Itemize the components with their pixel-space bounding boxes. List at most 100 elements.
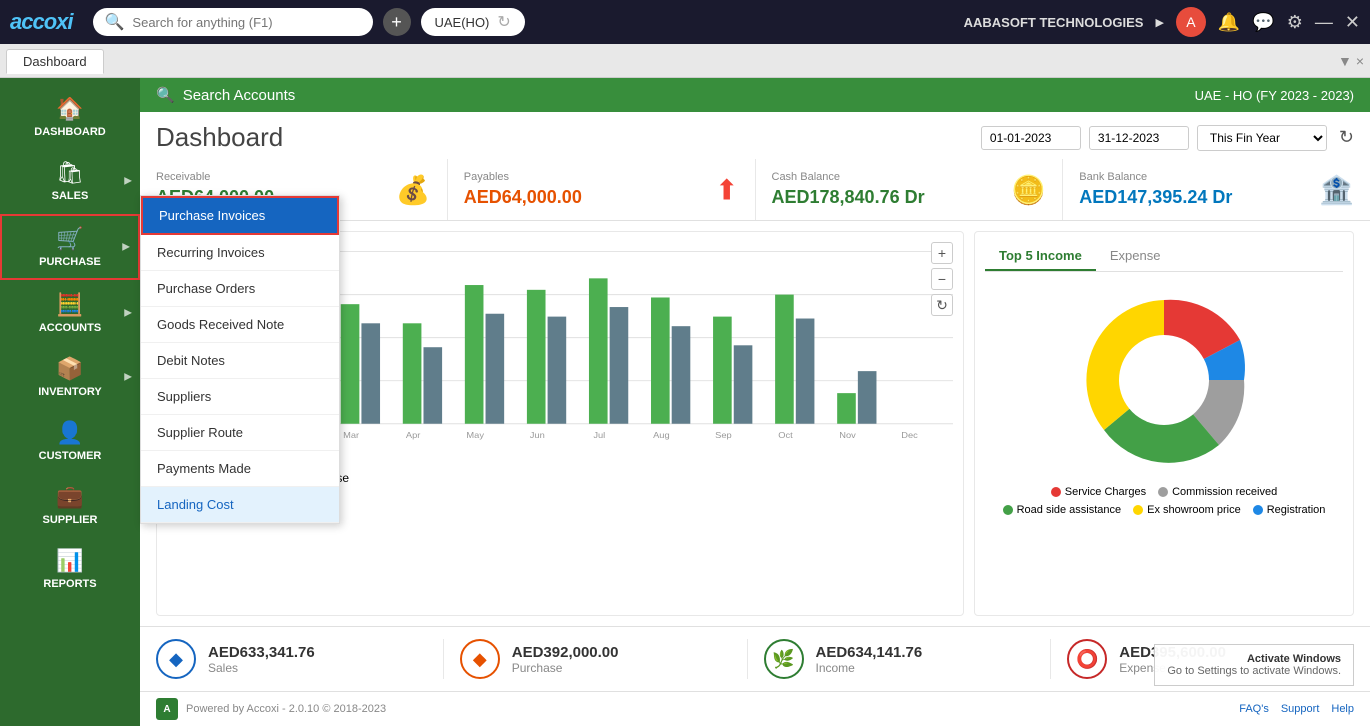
legend-item-roadside: Road side assistance [1003, 504, 1122, 516]
branch-selector[interactable]: UAE(HO) ↻ [421, 8, 525, 36]
submenu-item-purchase-invoices[interactable]: Purchase Invoices [141, 196, 339, 235]
expense-bottom-icon: ⭕ [1067, 639, 1107, 679]
tab-dropdown-button[interactable]: ▼ [1338, 53, 1352, 69]
sales-arrow-icon: ▶ [124, 176, 132, 187]
reports-icon: 📊 [56, 548, 83, 574]
legend-item-registration: Registration [1253, 504, 1326, 516]
legend-item-commission: Commission received [1158, 486, 1277, 498]
legend-label-service-charges: Service Charges [1065, 486, 1146, 498]
date-refresh-button[interactable]: ↻ [1339, 127, 1354, 148]
green-header: 🔍 Search Accounts UAE - HO (FY 2023 - 20… [140, 78, 1370, 112]
search-box[interactable]: 🔍 [93, 8, 373, 36]
inventory-icon: 📦 [56, 356, 83, 382]
payables-label: Payables [464, 171, 739, 183]
sidebar-item-accounts[interactable]: 🧮 ACCOUNTS ▶ [0, 282, 140, 344]
footer-links: FAQ's Support Help [1239, 703, 1354, 715]
sidebar-item-purchase[interactable]: 🛒 PURCHASE ▶ [0, 214, 140, 280]
search-accounts-label: Search Accounts [183, 87, 296, 104]
footer-help-link[interactable]: Help [1331, 703, 1354, 715]
submenu-item-debit-notes[interactable]: Debit Notes [141, 343, 339, 379]
accounts-arrow-icon: ▶ [124, 308, 132, 319]
add-button[interactable]: + [383, 8, 411, 36]
bank-balance-label: Bank Balance [1079, 171, 1354, 183]
tab-top5-expense[interactable]: Expense [1096, 242, 1175, 271]
sales-bottom-info: AED633,341.76 Sales [208, 644, 315, 675]
windows-activation-line2: Go to Settings to activate Windows. [1167, 665, 1341, 677]
footer-faq-link[interactable]: FAQ's [1239, 703, 1269, 715]
footer-logo: A [156, 698, 178, 720]
sidebar-item-customer[interactable]: 👤 CUSTOMER [0, 410, 140, 472]
purchase-submenu: Purchase Invoices Recurring Invoices Pur… [140, 195, 340, 524]
sales-bottom-icon: ◆ [156, 639, 196, 679]
donut-chart [1064, 280, 1264, 480]
date-to-input[interactable] [1089, 126, 1189, 150]
legend-item-exshowroom: Ex showroom price [1133, 504, 1241, 516]
chart-refresh-button[interactable]: ↻ [931, 294, 953, 316]
submenu-item-supplier-route[interactable]: Supplier Route [141, 415, 339, 451]
donut-container: Top 5 Income Expense [974, 231, 1354, 616]
period-select[interactable]: This Fin Year This Month This Quarter [1197, 125, 1327, 151]
submenu-item-landing-cost[interactable]: Landing Cost [141, 487, 339, 523]
cash-balance-value: AED178,840.76 Dr [772, 187, 1047, 208]
notifications-icon[interactable]: 🔔 [1218, 12, 1240, 33]
accounts-icon: 🧮 [56, 292, 83, 318]
submenu-item-payments-made[interactable]: Payments Made [141, 451, 339, 487]
bank-balance-value: AED147,395.24 Dr [1079, 187, 1354, 208]
branch-refresh-button[interactable]: ↻ [497, 12, 510, 32]
windows-activation-line1: Activate Windows [1167, 653, 1341, 665]
cash-balance-card: Cash Balance AED178,840.76 Dr 🪙 [756, 159, 1064, 220]
tab-top5-income[interactable]: Top 5 Income [985, 242, 1096, 271]
submenu-item-goods-received-note[interactable]: Goods Received Note [141, 307, 339, 343]
top-bar: accoxi 🔍 + UAE(HO) ↻ AABASOFT TECHNOLOGI… [0, 0, 1370, 44]
legend-item-service-charges: Service Charges [1051, 486, 1146, 498]
sales-icon: 🛍 [56, 160, 84, 186]
purchase-bottom-value: AED392,000.00 [512, 644, 619, 661]
purchase-arrow-icon: ▶ [122, 242, 130, 253]
payables-card: Payables AED64,000.00 ⬆ [448, 159, 756, 220]
cash-balance-icon: 🪙 [1011, 173, 1046, 206]
bottom-item-purchase: ◆ AED392,000.00 Purchase [444, 639, 748, 679]
legend-dot-commission [1158, 487, 1168, 497]
search-input[interactable] [132, 15, 352, 30]
income-bottom-info: AED634,141.76 Income [816, 644, 923, 675]
avatar[interactable]: A [1176, 7, 1206, 37]
page-title: Dashboard [156, 122, 981, 153]
company-name: AABASOFT TECHNOLOGIES [964, 15, 1144, 30]
customer-icon: 👤 [56, 420, 83, 446]
svg-text:Mar: Mar [343, 430, 359, 440]
top5-tabs: Top 5 Income Expense [985, 242, 1343, 272]
sidebar-item-sales[interactable]: 🛍 SALES ▶ [0, 150, 140, 212]
sidebar-item-reports[interactable]: 📊 REPORTS [0, 538, 140, 600]
company-arrow: ▶ [1155, 16, 1163, 29]
bottom-item-sales: ◆ AED633,341.76 Sales [156, 639, 444, 679]
legend-label-exshowroom: Ex showroom price [1147, 504, 1241, 516]
submenu-item-recurring-invoices[interactable]: Recurring Invoices [141, 235, 339, 271]
chart-zoom-in-button[interactable]: + [931, 242, 953, 264]
date-from-input[interactable] [981, 126, 1081, 150]
submenu-item-purchase-orders[interactable]: Purchase Orders [141, 271, 339, 307]
sidebar-item-supplier[interactable]: 💼 SUPPLIER [0, 474, 140, 536]
footer-support-link[interactable]: Support [1281, 703, 1320, 715]
sidebar-item-dashboard[interactable]: 🏠 DASHBOARD [0, 86, 140, 148]
svg-text:Apr: Apr [406, 430, 420, 440]
sidebar-item-inventory[interactable]: 📦 INVENTORY ▶ [0, 346, 140, 408]
income-bottom-value: AED634,141.76 [816, 644, 923, 661]
tab-dashboard[interactable]: Dashboard [6, 49, 104, 74]
close-icon[interactable]: ✕ [1345, 12, 1360, 33]
submenu-item-suppliers[interactable]: Suppliers [141, 379, 339, 415]
footer-powered-by: Powered by Accoxi - 2.0.10 © 2018-2023 [186, 703, 386, 715]
minimize-icon[interactable]: — [1315, 12, 1333, 33]
messages-icon[interactable]: 💬 [1252, 12, 1274, 33]
main-layout: 🏠 DASHBOARD 🛍 SALES ▶ 🛒 PURCHASE ▶ 🧮 ACC… [0, 78, 1370, 726]
legend-label-commission: Commission received [1172, 486, 1277, 498]
legend-label-roadside: Road side assistance [1017, 504, 1122, 516]
receivable-icon: 💰 [396, 173, 431, 206]
sales-bottom-label: Sales [208, 661, 315, 675]
cash-balance-label: Cash Balance [772, 171, 1047, 183]
dashboard-header: Dashboard This Fin Year This Month This … [140, 112, 1370, 159]
tab-close-button[interactable]: × [1356, 53, 1364, 69]
chart-zoom-out-button[interactable]: − [931, 268, 953, 290]
income-bottom-icon: 🌿 [764, 639, 804, 679]
settings-icon[interactable]: ⚙ [1287, 12, 1303, 33]
top-right-actions: AABASOFT TECHNOLOGIES ▶ A 🔔 💬 ⚙ — ✕ [964, 7, 1360, 37]
